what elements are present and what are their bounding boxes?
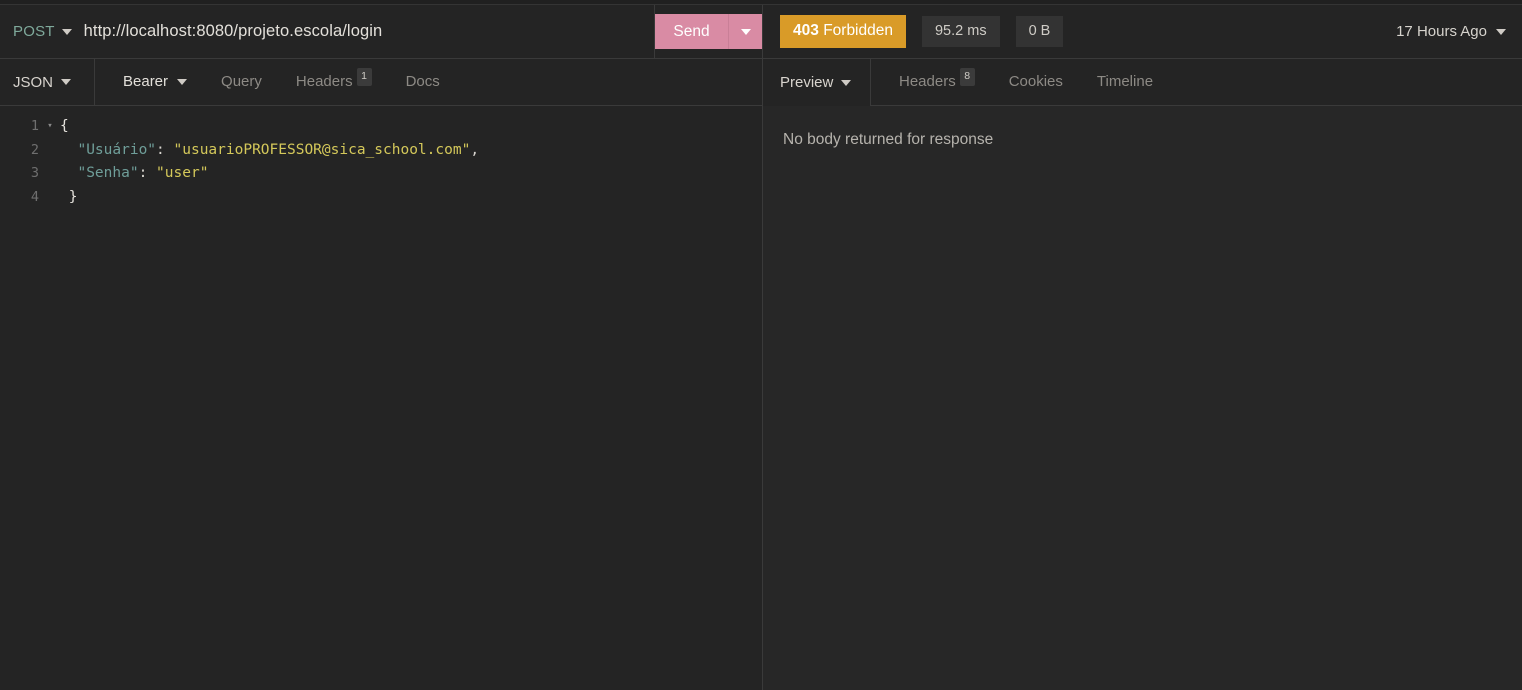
tab-docs-label: Docs [405,73,440,90]
json-body-editor[interactable]: 1 ▾{2 "Usuário": "usuarioPROFESSOR@sica_s… [0,115,762,209]
line-number: 2 [30,141,39,158]
request-tab-bar: JSON Bearer Query Headers 1 Docs [0,59,763,106]
code-line[interactable]: 4 } [0,186,762,210]
code-line-text: "Usuário": "usuarioPROFESSOR@sica_school… [58,139,479,163]
status-text: Forbidden [823,22,893,40]
code-line[interactable]: 2 "Usuário": "usuarioPROFESSOR@sica_scho… [0,139,762,163]
code-token: : [156,141,174,158]
tab-cookies[interactable]: Cookies [992,59,1080,105]
headers-count-badge: 1 [356,68,372,86]
body-type-label: JSON [13,73,54,91]
code-token: { [60,118,69,134]
code-line-text: "Senha": "user" [58,162,208,186]
status-code: 403 [793,22,819,40]
response-tabs: Headers 8 Cookies Timeline [871,59,1522,106]
url-input-cell[interactable]: POST http://localhost:8080/projeto.escol… [0,5,655,58]
code-token: } [60,188,78,205]
response-time-ago-label: 17 Hours Ago [1396,23,1487,40]
url-input[interactable]: http://localhost:8080/projeto.escola/log… [84,22,383,41]
method-dropdown-chevron-icon[interactable] [61,28,72,35]
response-view-mode-label: Preview [780,74,834,91]
code-line[interactable]: 3 "Senha": "user" [0,162,762,186]
tab-cookies-label: Cookies [1008,73,1063,90]
response-body-panel: No body returned for response [763,106,1522,690]
code-token: "Senha" [60,165,139,181]
body-type-chevron-down-icon[interactable] [61,79,72,85]
send-options-chevron-icon[interactable] [729,14,762,49]
line-number: 1 [30,118,39,134]
request-url-bar: POST http://localhost:8080/projeto.escol… [0,5,1522,59]
code-token: : [138,165,157,181]
tab-timeline-label: Timeline [1096,73,1154,90]
auth-type-chevron-down-icon[interactable] [177,79,188,85]
code-token: "Usuário" [60,141,157,158]
request-tabs: Bearer Query Headers 1 Docs [95,59,762,106]
tab-docs[interactable]: Docs [389,59,457,105]
body-type-selector[interactable]: JSON [0,59,95,106]
tab-headers[interactable]: Headers 1 [279,59,389,105]
code-line[interactable]: 1 ▾{ [0,115,762,139]
response-headers-count-badge: 8 [959,68,975,86]
panels: 1 ▾{2 "Usuário": "usuarioPROFESSOR@sica_s… [0,106,1522,690]
send-button-group: Send [655,5,763,58]
tab-headers-label: Headers [295,73,353,90]
response-time-chip: 95.2 ms [921,15,1000,48]
http-method-label[interactable]: POST [13,23,55,40]
code-token: "usuarioPROFESSOR@sica_school.com" [173,141,471,158]
preview-chevron-down-icon[interactable] [841,79,852,86]
response-view-mode-selector[interactable]: Preview [763,59,871,106]
tab-query[interactable]: Query [204,59,279,105]
tab-query-label: Query [221,73,262,90]
status-badge: 403 Forbidden [780,15,906,48]
request-body-panel[interactable]: 1 ▾{2 "Usuário": "usuarioPROFESSOR@sica_s… [0,106,763,690]
fold-arrow-icon[interactable]: ▾ [42,115,58,139]
line-number: 4 [30,188,39,205]
send-button[interactable]: Send [655,14,729,49]
response-size-chip: 0 B [1015,15,1064,48]
tab-auth-label: Bearer [123,73,169,90]
tab-response-headers[interactable]: Headers 8 [882,59,992,105]
response-tab-bar: Preview Headers 8 Cookies Timeline [763,59,1522,106]
response-empty-message: No body returned for response [783,131,994,148]
tab-bars: JSON Bearer Query Headers 1 Docs Preview… [0,59,1522,106]
tab-auth-bearer[interactable]: Bearer [106,59,204,105]
response-history-selector[interactable]: 17 Hours Ago [1396,23,1506,40]
code-line-text: } [58,186,78,210]
history-chevron-down-icon[interactable] [1496,28,1506,35]
response-status-bar: 403 Forbidden 95.2 ms 0 B 17 Hours Ago [763,5,1522,58]
code-token: , [470,141,480,158]
code-token: "user" [156,165,209,181]
tab-timeline[interactable]: Timeline [1080,59,1170,105]
api-client-window: POST http://localhost:8080/projeto.escol… [0,0,1522,690]
tab-response-headers-label: Headers [899,73,956,90]
code-line-text: { [58,115,69,139]
line-number: 3 [30,165,39,181]
